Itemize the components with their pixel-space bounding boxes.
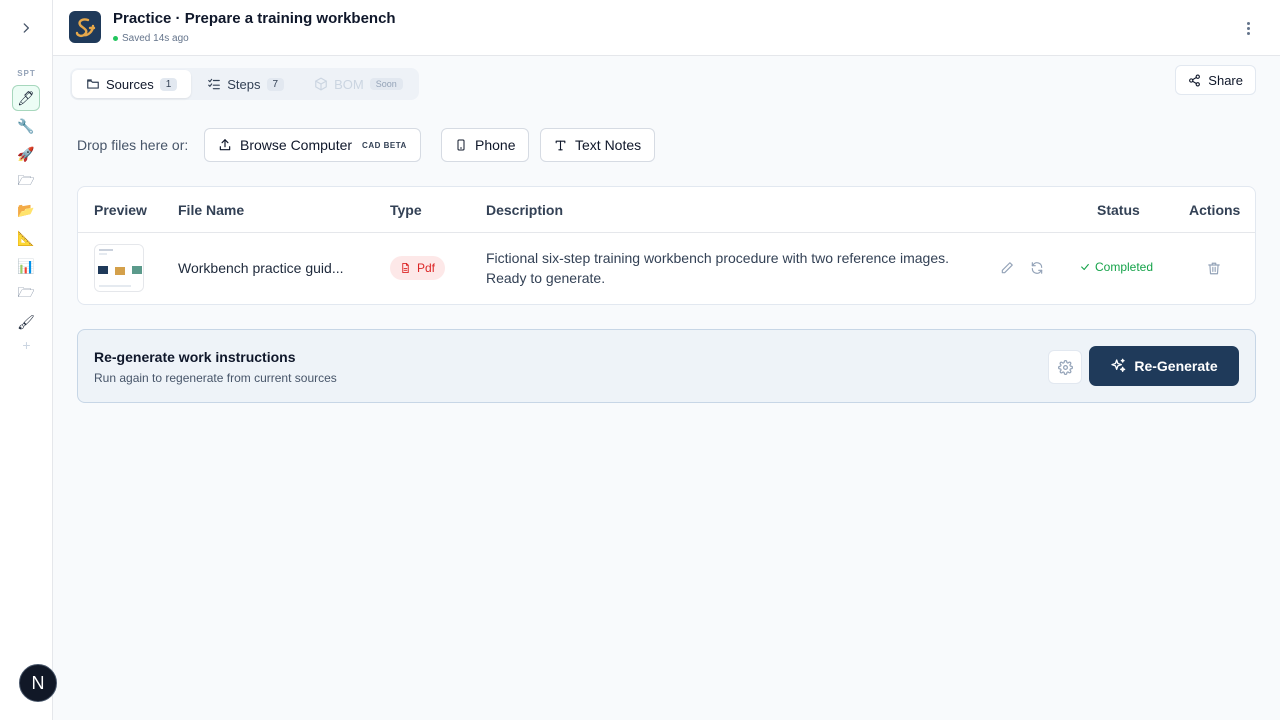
regenerate-title: Re-generate work instructions bbox=[94, 349, 296, 365]
more-options-button[interactable] bbox=[1238, 18, 1258, 38]
rail-item-folder-2[interactable]: 🗁 bbox=[12, 281, 40, 307]
regenerate-button-label: Re-Generate bbox=[1134, 358, 1218, 374]
generation-settings-button[interactable] bbox=[1048, 350, 1082, 384]
brush-icon: 🖌 bbox=[17, 313, 35, 330]
file-description: Fictional six-step training workbench pr… bbox=[486, 250, 949, 286]
app-logo bbox=[69, 11, 101, 43]
kebab-dot bbox=[1246, 31, 1250, 35]
folder-outline-icon: 🗁 bbox=[17, 284, 35, 300]
text-icon bbox=[555, 140, 566, 150]
rail-item-ruler[interactable]: 📐 bbox=[12, 225, 40, 251]
file-type-label: Pdf bbox=[417, 261, 436, 275]
text-notes-button[interactable]: Text Notes bbox=[540, 128, 656, 162]
delete-file-button[interactable] bbox=[1203, 257, 1225, 279]
kebab-dot bbox=[1246, 26, 1250, 30]
column-header-status: Status bbox=[1097, 202, 1140, 218]
share-label: Share bbox=[1208, 72, 1243, 88]
refresh-description-button[interactable] bbox=[1026, 257, 1048, 279]
check-icon bbox=[1081, 263, 1089, 271]
pencil-edit-icon bbox=[1001, 262, 1013, 274]
checklist-icon bbox=[208, 78, 221, 90]
rail-item-chart[interactable]: 📊 bbox=[12, 253, 40, 279]
logo-mark-icon bbox=[75, 18, 96, 38]
column-header-file-name: File Name bbox=[178, 202, 245, 218]
column-header-actions: Actions bbox=[1189, 202, 1241, 218]
rail-item-folder[interactable]: 🗁 bbox=[12, 169, 40, 195]
status-label: Completed bbox=[1095, 260, 1154, 274]
ruler-icon: 📐 bbox=[17, 229, 35, 246]
regenerate-subtitle: Run again to regenerate from current sou… bbox=[94, 371, 337, 385]
tab-bom: BOM Soon bbox=[300, 70, 417, 98]
folder-icon: 🗁 bbox=[17, 172, 35, 188]
tab-bom-label: BOM bbox=[334, 76, 364, 92]
tab-sources-count: 1 bbox=[159, 77, 178, 91]
wrench-icon: 🔧 bbox=[17, 117, 35, 134]
page-title: Practice · Prepare a training workbench bbox=[113, 10, 396, 27]
gear-icon bbox=[1057, 359, 1073, 375]
user-avatar[interactable]: N bbox=[19, 664, 57, 702]
rail-item-brush[interactable]: 🖌 bbox=[12, 309, 40, 335]
view-tabs: Sources 1 Steps 7 BOM Soon bbox=[70, 68, 419, 100]
expand-sidebar-button[interactable] bbox=[14, 16, 38, 40]
drop-files-label: Drop files here or: bbox=[77, 137, 189, 153]
regenerate-panel: Re-generate work instructions Run again … bbox=[77, 329, 1256, 403]
rail-section-tag: SPT bbox=[17, 69, 36, 78]
upload-icon bbox=[219, 139, 231, 151]
box-icon bbox=[315, 77, 327, 91]
tab-steps-count: 7 bbox=[266, 77, 285, 91]
column-header-description: Description bbox=[486, 202, 564, 218]
phone-button[interactable]: Phone bbox=[441, 128, 530, 162]
saved-indicator-dot bbox=[113, 36, 118, 41]
trash-icon bbox=[1208, 262, 1220, 274]
rail-item-wrench[interactable]: 🔧 bbox=[12, 113, 40, 139]
tab-bom-soon-badge: Soon bbox=[369, 78, 403, 90]
column-header-preview: Preview bbox=[94, 202, 147, 218]
text-notes-label: Text Notes bbox=[575, 137, 642, 153]
rocket-icon: 🚀 bbox=[17, 145, 35, 162]
browse-computer-button[interactable]: Browse Computer CAD BETA bbox=[204, 128, 421, 162]
pdf-file-icon bbox=[402, 262, 409, 274]
rail-item-open-folder[interactable]: 📂 bbox=[12, 197, 40, 223]
tab-sources-label: Sources bbox=[106, 76, 154, 92]
cad-beta-badge: CAD BETA bbox=[362, 140, 407, 150]
file-preview-thumbnail[interactable] bbox=[94, 244, 144, 292]
saved-text: Saved 14s ago bbox=[122, 33, 189, 44]
status-badge: Completed bbox=[1080, 260, 1153, 274]
page-header: Practice · Prepare a training workbench … bbox=[53, 0, 1280, 56]
chevron-right-icon bbox=[23, 23, 29, 33]
rail-item-rocket[interactable]: 🚀 bbox=[12, 141, 40, 167]
kebab-dot bbox=[1246, 21, 1250, 25]
phone-label: Phone bbox=[475, 137, 516, 153]
open-folder-icon: 📂 bbox=[17, 201, 35, 218]
pencil-icon: 🖊 bbox=[17, 89, 35, 106]
rail-item-pencil[interactable]: 🖊 bbox=[12, 85, 40, 111]
sources-table: Preview File Name Type Description Statu… bbox=[77, 186, 1256, 305]
sparkles-icon bbox=[1111, 358, 1126, 372]
refresh-icon bbox=[1031, 262, 1043, 274]
browse-computer-label: Browse Computer bbox=[240, 137, 353, 153]
tab-sources[interactable]: Sources 1 bbox=[72, 70, 192, 98]
share-icon bbox=[1189, 74, 1201, 86]
column-header-type: Type bbox=[390, 202, 422, 218]
edit-description-button[interactable] bbox=[996, 257, 1018, 279]
sources-icon bbox=[87, 79, 99, 89]
tab-steps-label: Steps bbox=[227, 76, 261, 92]
chart-icon: 📊 bbox=[17, 257, 35, 274]
share-button[interactable]: Share bbox=[1175, 65, 1256, 95]
header-divider bbox=[78, 232, 1255, 233]
phone-icon bbox=[457, 139, 465, 151]
tab-steps[interactable]: Steps 7 bbox=[193, 70, 298, 98]
left-rail: SPT 🖊 🔧 🚀 🗁 📂 📐 📊 🗁 🖌 + N bbox=[0, 0, 57, 720]
file-type-badge: Pdf bbox=[390, 256, 446, 280]
document-thumbnail-icon bbox=[95, 245, 143, 291]
file-name[interactable]: Workbench practice guid... bbox=[178, 260, 344, 276]
regenerate-button[interactable]: Re-Generate bbox=[1089, 346, 1239, 386]
rail-add-button[interactable]: + bbox=[0, 337, 53, 353]
save-status: Saved 14s ago bbox=[113, 33, 189, 44]
